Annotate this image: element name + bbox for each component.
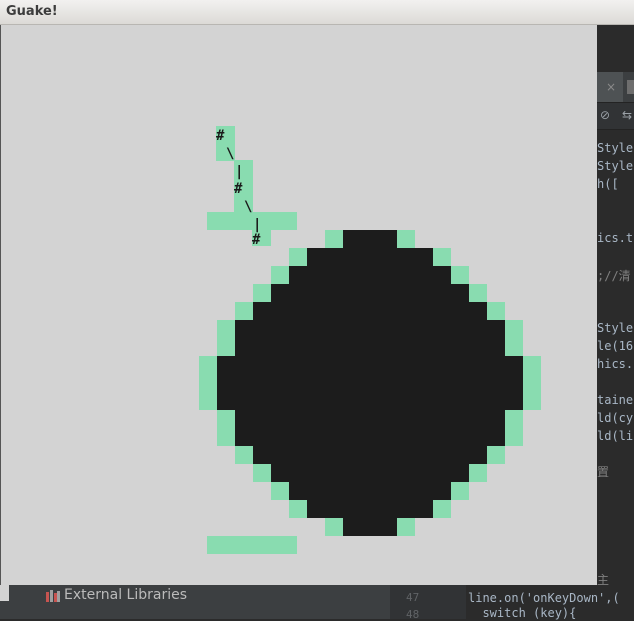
rope-glyph: # — [252, 232, 261, 248]
code-comment-line: 置 — [597, 465, 610, 479]
library-icon — [46, 590, 60, 602]
ball-body-row — [235, 410, 505, 428]
line-number-gutter — [390, 585, 466, 619]
code-line: ld(cy — [597, 411, 634, 425]
code-line: Style — [597, 141, 634, 155]
ball-body-row — [253, 446, 487, 464]
code-line: Style — [597, 321, 634, 335]
window-edge — [0, 585, 9, 601]
ball-body-row — [235, 338, 505, 356]
ball-body-row — [217, 374, 523, 392]
ball-body-row — [343, 230, 397, 248]
ball-body-row — [289, 482, 451, 500]
tree-item-external-libraries[interactable]: External Libraries — [64, 587, 187, 603]
ball-body-row — [253, 302, 487, 320]
ball-outline-segment — [207, 536, 297, 554]
code-line: line.on('onKeyDown',( — [468, 591, 620, 605]
code-line: switch (key){ — [468, 606, 577, 620]
rope-glyph: \ — [226, 146, 234, 162]
ball — [217, 230, 523, 536]
tab-close-icon[interactable]: × — [606, 80, 616, 94]
link-icon[interactable]: ⊘ — [600, 108, 610, 122]
code-line: taine — [597, 393, 634, 407]
ball-body-row — [307, 500, 433, 518]
code-line: le(16 — [597, 339, 634, 353]
code-line: Style — [597, 159, 634, 173]
ball-body-row — [307, 248, 433, 266]
ball-body-row — [289, 266, 451, 284]
ball-body-row — [343, 518, 397, 536]
game-scene: # \ | # \ | # — [199, 126, 541, 554]
rope-glyph: | — [235, 164, 243, 180]
rope-glyph: # — [216, 128, 225, 144]
ball-body-row — [271, 464, 469, 482]
code-comment-line: ;//清 — [597, 269, 631, 283]
code-line: hics. — [597, 357, 634, 371]
game-window: # \ | # \ | # — [0, 25, 597, 585]
settings-icon[interactable]: ⇆ — [622, 108, 632, 122]
ball-body-row — [235, 428, 505, 446]
window-titlebar[interactable]: Guake! — [0, 0, 634, 25]
ball-body-row — [217, 392, 523, 410]
tab-overflow-button[interactable] — [627, 80, 634, 94]
ball-body-row — [271, 284, 469, 302]
ball-body-row — [235, 320, 505, 338]
line-number: 48 — [406, 608, 420, 621]
code-line: ld(li — [597, 429, 634, 443]
code-line: h([ — [597, 177, 619, 191]
rope-glyph: | — [253, 217, 261, 233]
window-title: Guake! — [6, 4, 58, 19]
rope-glyph: # — [234, 181, 243, 197]
rope-glyph: \ — [244, 199, 252, 215]
game-canvas[interactable]: # \ | # \ | # — [1, 25, 597, 585]
line-number: 47 — [406, 591, 420, 604]
code-line: ics.t — [597, 231, 634, 245]
ball-body-row — [217, 356, 523, 374]
